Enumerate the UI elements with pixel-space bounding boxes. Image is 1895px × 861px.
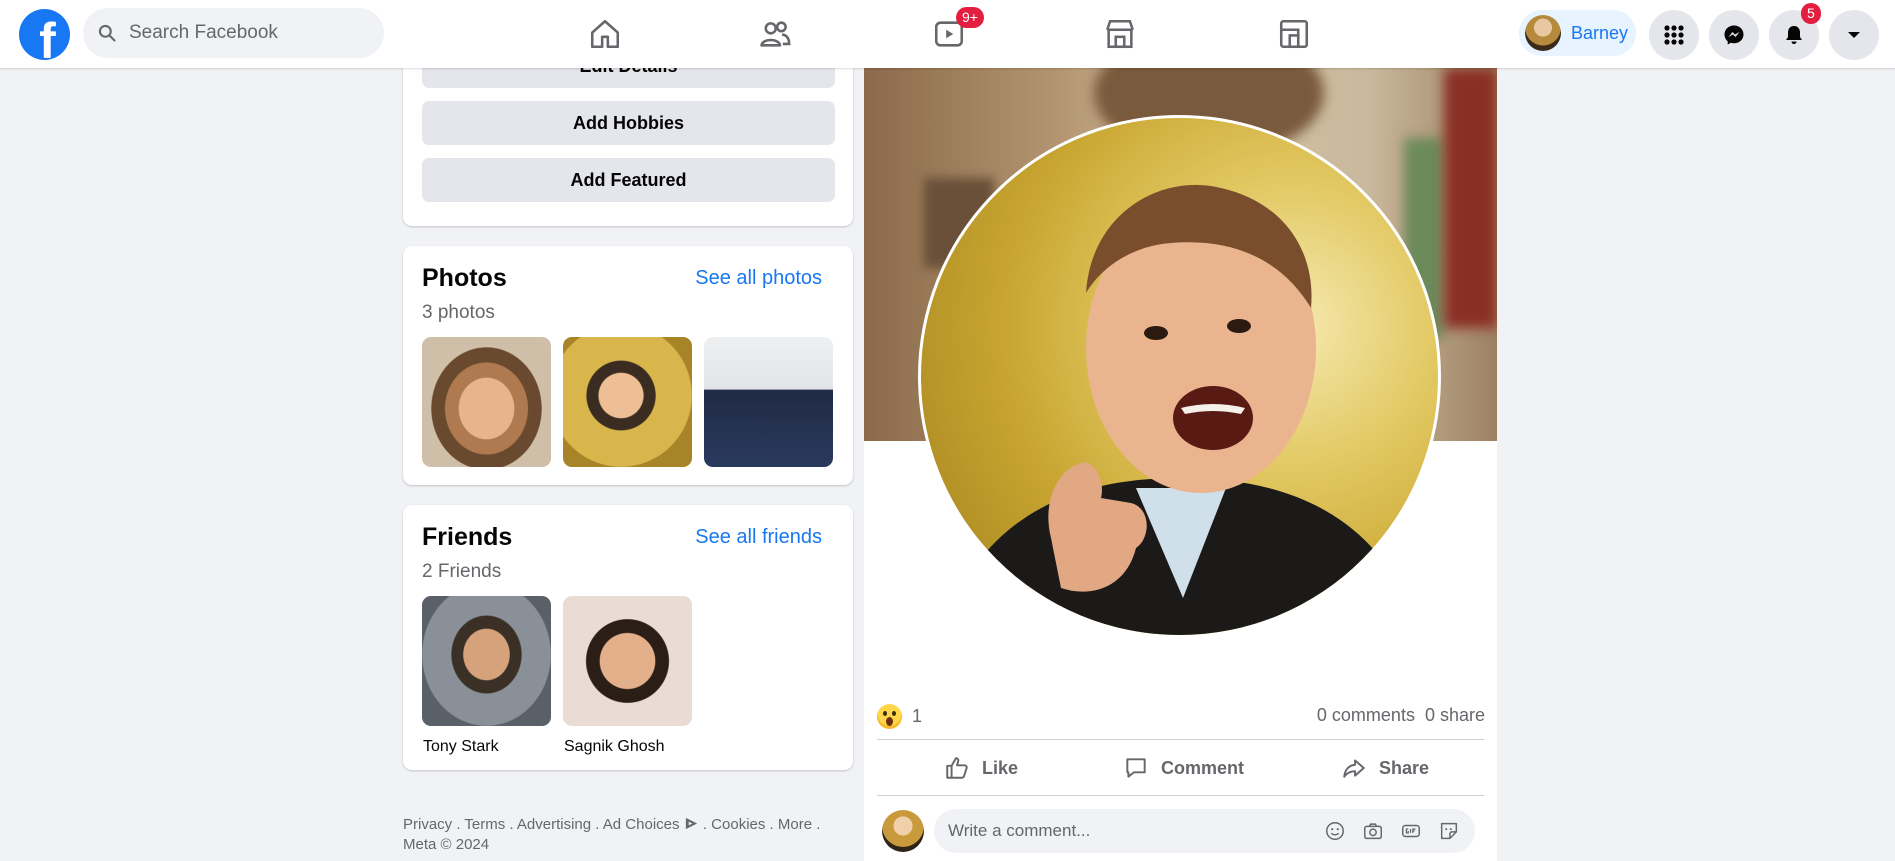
account-menu-button[interactable] <box>1829 10 1879 60</box>
footer-link-list[interactable]: Privacy . Terms . Advertising . Ad Choic… <box>403 816 680 833</box>
sticker-icon[interactable] <box>1438 820 1460 842</box>
share-button[interactable]: Share <box>1341 745 1429 791</box>
add-hobbies-button[interactable]: Add Hobbies <box>422 101 835 145</box>
menu-button[interactable] <box>1649 10 1699 60</box>
photo-thumbnail-3[interactable] <box>704 337 833 467</box>
reactions-summary[interactable]: 1 <box>877 704 922 729</box>
camera-icon[interactable] <box>1362 820 1384 842</box>
see-all-photos-link[interactable]: See all photos <box>695 267 822 290</box>
search-icon <box>98 24 116 42</box>
profile-shortcut[interactable]: Barney <box>1519 10 1636 56</box>
friends-count: 2 Friends <box>422 561 502 582</box>
comments-count[interactable]: 0 comments <box>1317 705 1415 725</box>
friend-photo-sagnik-ghosh[interactable] <box>563 596 692 726</box>
photo-thumbnail-1[interactable] <box>422 337 551 467</box>
photos-title: Photos <box>422 264 507 292</box>
caret-down-icon <box>1848 32 1860 38</box>
friends-icon <box>760 21 791 47</box>
nav-marketplace[interactable] <box>1100 14 1140 54</box>
watch-badge: 9+ <box>956 7 984 28</box>
photos-count: 3 photos <box>422 302 495 323</box>
friend-name-2[interactable]: Sagnik Ghosh <box>564 738 665 756</box>
avatar <box>1525 15 1561 51</box>
profile-picture-post: 1 0 comments 0 share Like Comment Share <box>864 68 1497 861</box>
photo-thumbnail-2[interactable] <box>563 337 692 467</box>
profile-picture[interactable] <box>918 115 1441 638</box>
comment-icon <box>1126 758 1146 778</box>
home-icon <box>590 19 620 49</box>
top-navigation-bar: f 9+ Barney 5 <box>0 0 1895 68</box>
comment-composer <box>882 807 1482 855</box>
marketplace-icon <box>1106 19 1134 49</box>
footer-link-list-2[interactable]: . Cookies . More . <box>703 816 821 833</box>
profile-portrait-illustration <box>961 184 1401 635</box>
friend-photo-tony-stark[interactable] <box>422 596 551 726</box>
comment-input[interactable] <box>948 821 1308 841</box>
see-all-friends-link[interactable]: See all friends <box>695 526 822 549</box>
wow-reaction-icon <box>877 704 902 729</box>
comment-box[interactable] <box>934 809 1475 853</box>
notifications-badge: 5 <box>1801 3 1821 24</box>
emoji-icon[interactable] <box>1324 820 1346 842</box>
bell-icon <box>1786 26 1802 44</box>
search-input[interactable] <box>129 22 369 44</box>
copyright: Meta © 2024 <box>403 836 490 853</box>
nav-home[interactable] <box>585 14 625 54</box>
messenger-icon <box>1724 25 1744 45</box>
grid-menu-icon <box>1664 25 1684 45</box>
ad-choices-icon <box>685 817 697 830</box>
comment-button[interactable]: Comment <box>1123 745 1244 791</box>
divider <box>877 739 1484 740</box>
nav-friends[interactable] <box>755 14 795 54</box>
shares-count[interactable]: 0 share <box>1425 705 1485 725</box>
gif-icon[interactable] <box>1400 820 1422 842</box>
like-button[interactable]: Like <box>944 745 1018 791</box>
gaming-icon <box>1279 19 1309 49</box>
avatar <box>882 810 924 852</box>
engagement-counts: 0 comments 0 share <box>1317 705 1485 726</box>
divider <box>877 795 1484 796</box>
friends-title: Friends <box>422 523 513 551</box>
nav-gaming[interactable] <box>1274 14 1314 54</box>
nav-watch[interactable]: 9+ <box>929 7 984 54</box>
footer-links: Privacy . Terms . Advertising . Ad Choic… <box>403 815 823 855</box>
notifications-button[interactable]: 5 <box>1769 3 1821 60</box>
photos-card: Photos See all photos 3 photos <box>403 246 853 485</box>
messenger-button[interactable] <box>1709 10 1759 60</box>
search-bar[interactable] <box>83 8 384 58</box>
share-icon <box>1343 759 1365 778</box>
add-featured-button[interactable]: Add Featured <box>422 158 835 202</box>
friends-card: Friends See all friends 2 Friends Tony S… <box>403 505 853 770</box>
reaction-count: 1 <box>912 706 923 726</box>
thumbs-up-icon <box>946 757 968 779</box>
friend-name-1[interactable]: Tony Stark <box>423 738 499 756</box>
facebook-logo[interactable]: f <box>19 9 70 60</box>
